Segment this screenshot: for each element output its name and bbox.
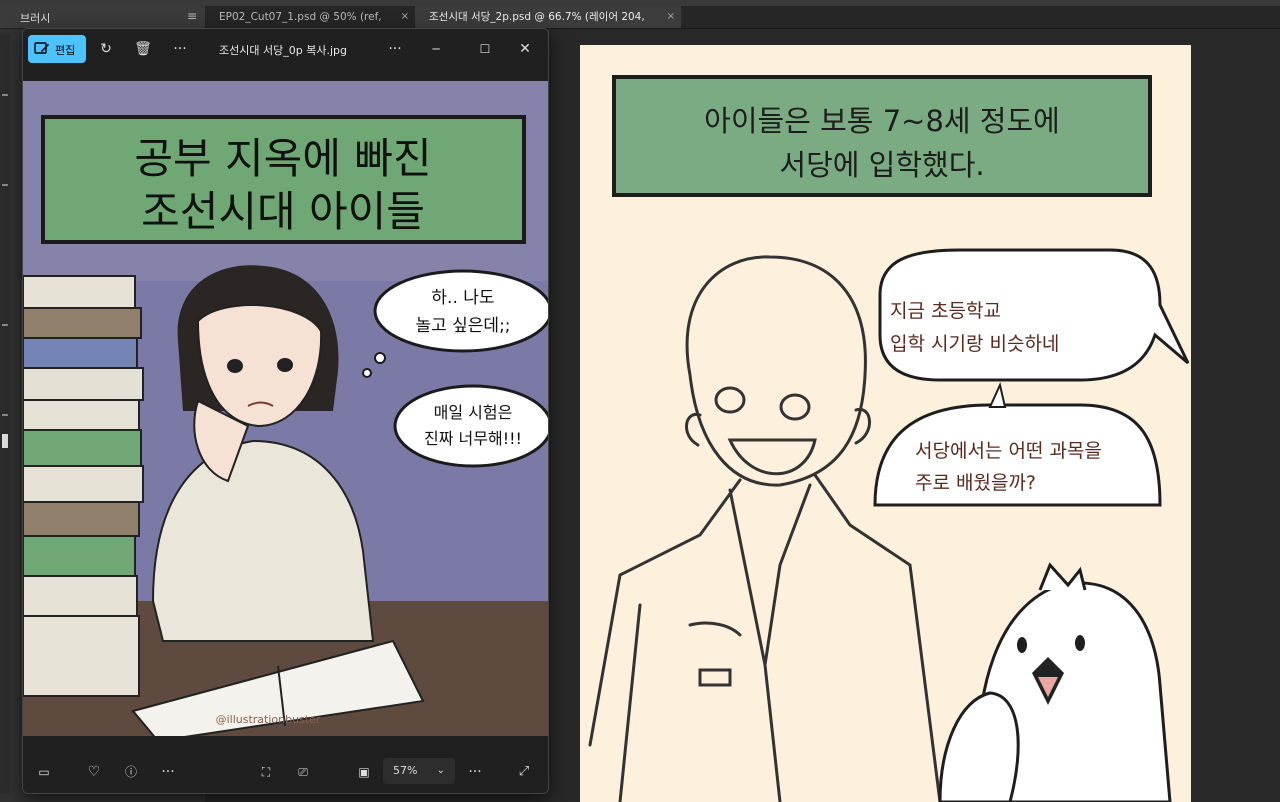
thought-1-line-1: 하.. 나도 <box>431 288 494 308</box>
bubble-1-line-2: 입학 시기랑 비슷하네 <box>890 333 1059 355</box>
brush-panel-title: 브러시 <box>20 12 51 25</box>
file-title: 조선시대 서당_0p 복사.jpg <box>219 44 347 57</box>
speech-line-1: 매일 시험은 <box>434 403 513 422</box>
crop-icon[interactable]: ⛶ <box>257 763 275 781</box>
caption-line-2: 서당에 입학했다. <box>779 148 984 182</box>
tool-icon[interactable] <box>2 184 8 186</box>
tool-strip <box>0 34 10 794</box>
viewer-bottom-bar: ▭ ♡ ⓘ ··· ⛶ ⎚ ▣ 57% ⌄ ··· ⤢ <box>23 756 548 793</box>
rotate-icon[interactable]: ↻ <box>97 40 115 58</box>
tab-ep02[interactable]: EP02_Cut07_1.psd @ 50% (ref, RGB/8#) × <box>205 6 415 45</box>
bird-character <box>938 562 1172 802</box>
more-options-icon[interactable]: ··· <box>159 763 177 781</box>
tool-icon[interactable] <box>2 414 8 416</box>
bubble-2-line-1: 서당에서는 어떤 과목을 <box>915 440 1102 462</box>
fit-to-window-icon[interactable]: ▣ <box>355 763 373 781</box>
info-icon[interactable]: ⓘ <box>122 763 140 781</box>
photos-viewer-window[interactable]: 편집 ↻ 🗑 ··· 조선시대 서당_0p 복사.jpg ··· ─ ☐ ✕ 공… <box>22 28 549 794</box>
zoom-value: 57% <box>393 764 418 777</box>
document-canvas[interactable]: 아이들은 보통 7~8세 정도에 서당에 입학했다. 지금 초등학교 입학 시기… <box>580 45 1191 802</box>
fullscreen-icon[interactable]: ⤢ <box>515 763 533 781</box>
speech-bubble-comic <box>393 384 548 468</box>
book-stack <box>23 275 144 697</box>
close-icon[interactable]: ✕ <box>516 40 534 58</box>
tab-seodang[interactable]: 조선시대 서당_2p.psd @ 66.7% (레이어 204, RGB/8) … <box>415 6 681 45</box>
zoom-selector[interactable]: 57% ⌄ <box>383 758 455 784</box>
close-icon[interactable]: × <box>401 6 409 28</box>
more-options-icon[interactable]: ··· <box>386 40 404 58</box>
edit-button[interactable]: 편집 <box>28 35 86 63</box>
more-options-icon[interactable]: ··· <box>466 763 484 781</box>
bubble-1-line-1: 지금 초등학교 <box>890 300 1001 322</box>
caption-line-1: 아이들은 보통 7~8세 정도에 <box>704 104 1060 138</box>
document-artwork: 아이들은 보통 7~8세 정도에 서당에 입학했다. 지금 초등학교 입학 시기… <box>588 75 1190 802</box>
thought-bubble-1 <box>373 269 548 353</box>
edit-image-icon <box>34 42 49 54</box>
bubble-2-line-2: 주로 배웠을까? <box>915 472 1036 494</box>
brush-panel-header: 브러시 ≡ <box>0 6 205 29</box>
maximize-icon[interactable]: ☐ <box>476 40 494 58</box>
comic-artwork: 공부 지옥에 빠진 조선시대 아이들 하.. 나도 놀고 싶은데;; 매일 시험… <box>23 81 548 736</box>
watermark: @illustrationbuster <box>216 713 321 726</box>
tool-icon[interactable] <box>2 94 8 96</box>
delete-icon[interactable]: 🗑 <box>134 40 152 58</box>
comic-title-line-1: 공부 지옥에 빠진 <box>134 134 431 183</box>
chevron-down-icon: ⌄ <box>436 765 445 776</box>
edit-label: 편집 <box>55 44 76 57</box>
document-tab-bar: EP02_Cut07_1.psd @ 50% (ref, RGB/8#) × 조… <box>205 6 1280 45</box>
text-recognition-icon[interactable]: ⎚ <box>294 763 312 781</box>
color-swatch[interactable] <box>2 434 8 448</box>
speech-line-2: 진짜 너무해!!! <box>424 429 522 448</box>
thought-1-line-2: 놀고 싶은데;; <box>415 316 510 336</box>
viewer-image[interactable]: 공부 지옥에 빠진 조선시대 아이들 하.. 나도 놀고 싶은데;; 매일 시험… <box>23 81 548 736</box>
close-icon[interactable]: × <box>667 6 675 28</box>
panel-menu-icon[interactable]: ≡ <box>187 9 197 23</box>
filmstrip-icon[interactable]: ▭ <box>35 763 53 781</box>
comic-title-line-2: 조선시대 아이들 <box>141 187 425 236</box>
minimize-icon[interactable]: ─ <box>427 40 445 58</box>
more-options-icon[interactable]: ··· <box>171 40 189 58</box>
viewer-toolbar: 편집 ↻ 🗑 ··· 조선시대 서당_0p 복사.jpg ··· ─ ☐ ✕ <box>23 29 548 69</box>
tool-icon[interactable] <box>2 324 8 326</box>
favorite-heart-icon[interactable]: ♡ <box>85 763 103 781</box>
